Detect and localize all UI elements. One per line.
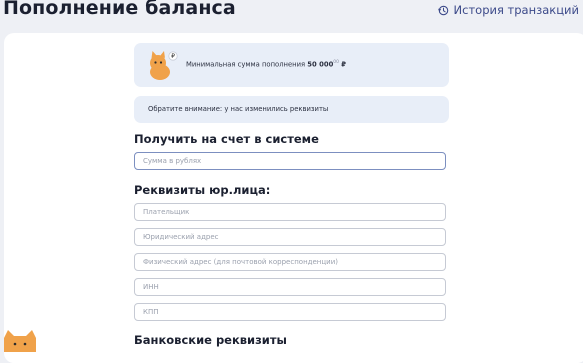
- history-icon: [437, 5, 449, 16]
- requisites-notice: Обратите внимание: у нас изменились рекв…: [134, 96, 449, 123]
- svg-text:₽: ₽: [171, 53, 175, 60]
- bank-section-title: Банковские реквизиты: [134, 333, 287, 347]
- notice-text: Обратите внимание: у нас изменились рекв…: [148, 105, 329, 113]
- min-amount-kopecks: 00: [333, 60, 340, 65]
- physical-address-input[interactable]: [134, 253, 446, 271]
- cat-mascot-icon: ₽: [146, 48, 180, 86]
- page-title: Пополнение баланса: [3, 0, 236, 19]
- currency-symbol: ₽: [341, 60, 346, 69]
- min-amount-label: Минимальная сумма пополнения: [186, 60, 306, 69]
- payer-input[interactable]: [134, 203, 446, 221]
- receive-section-title: Получить на счет в системе: [134, 132, 319, 146]
- history-link-label: История транзакций: [453, 3, 579, 17]
- amount-input[interactable]: [134, 152, 446, 170]
- kpp-input[interactable]: [134, 303, 446, 321]
- legal-address-input[interactable]: [134, 228, 446, 246]
- min-amount-info-card: ₽ Минимальная сумма пополнения 50 00000 …: [134, 43, 449, 87]
- legal-section-title: Реквизиты юр.лица:: [134, 183, 271, 197]
- inn-input[interactable]: [134, 278, 446, 296]
- min-amount-value: 50 000: [307, 60, 334, 69]
- transaction-history-link[interactable]: История транзакций: [437, 3, 579, 17]
- min-amount-text: Минимальная сумма пополнения 50 00000 ₽: [186, 60, 346, 68]
